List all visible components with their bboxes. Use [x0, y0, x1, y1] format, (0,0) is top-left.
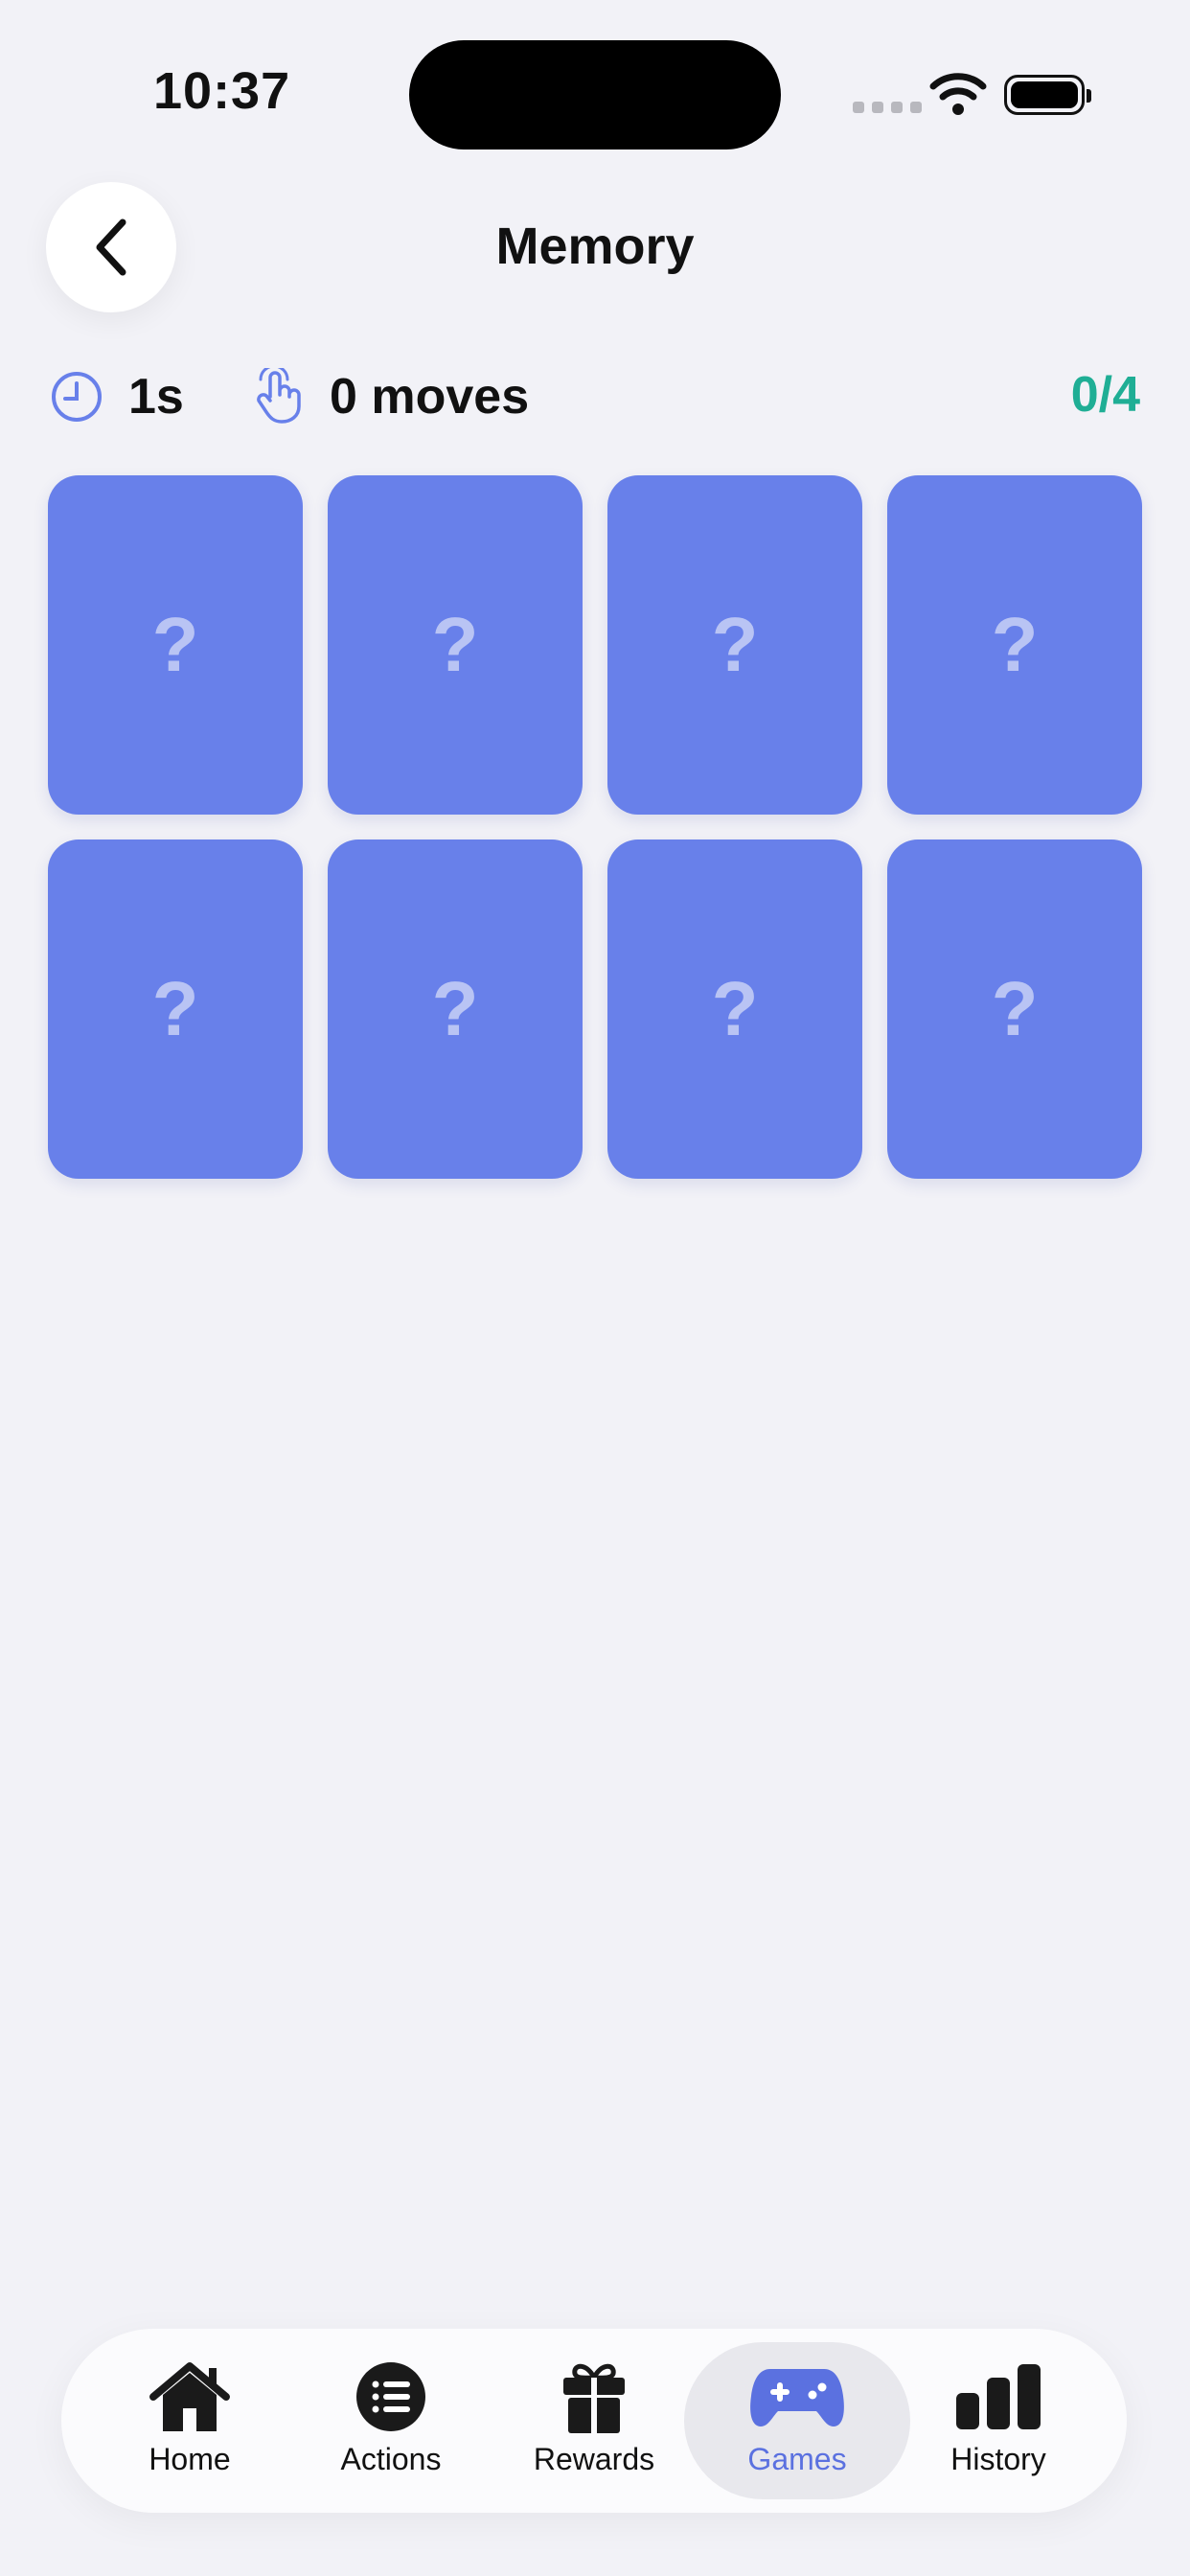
dynamic-island [409, 40, 781, 150]
memory-card-grid: ? ? ? ? ? ? ? ? [48, 475, 1142, 1179]
tab-actions[interactable]: Actions [278, 2342, 504, 2499]
memory-card[interactable]: ? [887, 840, 1142, 1179]
wifi-icon [929, 73, 987, 115]
card-question-mark: ? [711, 602, 759, 687]
card-question-mark: ? [431, 602, 479, 687]
page-title: Memory [495, 218, 695, 275]
timer-value: 1s [128, 369, 184, 425]
tab-bar: Home Actions Rewards Games History [61, 2329, 1127, 2513]
tab-history[interactable]: History [885, 2342, 1111, 2499]
tab-games-label: Games [747, 2442, 847, 2476]
card-question-mark: ? [711, 966, 759, 1051]
bar-chart-icon [956, 2364, 1041, 2429]
house-icon [149, 2362, 230, 2431]
tab-games[interactable]: Games [684, 2342, 910, 2499]
pairs-progress: 0/4 [1070, 367, 1140, 423]
clock-icon [52, 372, 102, 422]
tab-rewards[interactable]: Rewards [481, 2342, 707, 2499]
tab-actions-label: Actions [340, 2442, 442, 2476]
list-icon [356, 2362, 425, 2431]
memory-card[interactable]: ? [887, 475, 1142, 815]
memory-card[interactable]: ? [607, 840, 862, 1179]
tab-home[interactable]: Home [77, 2342, 303, 2499]
memory-card[interactable]: ? [48, 840, 303, 1179]
memory-card[interactable]: ? [48, 475, 303, 815]
card-question-mark: ? [151, 602, 199, 687]
gift-icon [563, 2363, 625, 2433]
tab-rewards-label: Rewards [533, 2442, 655, 2476]
memory-card[interactable]: ? [607, 475, 862, 815]
tab-history-label: History [950, 2442, 1046, 2476]
moves-value: 0 moves [330, 369, 530, 425]
gamecontroller-icon [750, 2369, 844, 2426]
battery-icon [1004, 75, 1091, 115]
tab-home-label: Home [149, 2442, 231, 2476]
cellular-signal-icon [853, 102, 922, 113]
status-time: 10:37 [153, 62, 291, 120]
card-question-mark: ? [431, 966, 479, 1051]
hand-tap-icon [257, 368, 301, 424]
card-question-mark: ? [991, 602, 1039, 687]
memory-card[interactable]: ? [328, 840, 583, 1179]
timer-stat: 1s [50, 366, 184, 427]
card-question-mark: ? [151, 966, 199, 1051]
memory-card[interactable]: ? [328, 475, 583, 815]
card-question-mark: ? [991, 966, 1039, 1051]
moves-stat: 0 moves [251, 366, 529, 427]
